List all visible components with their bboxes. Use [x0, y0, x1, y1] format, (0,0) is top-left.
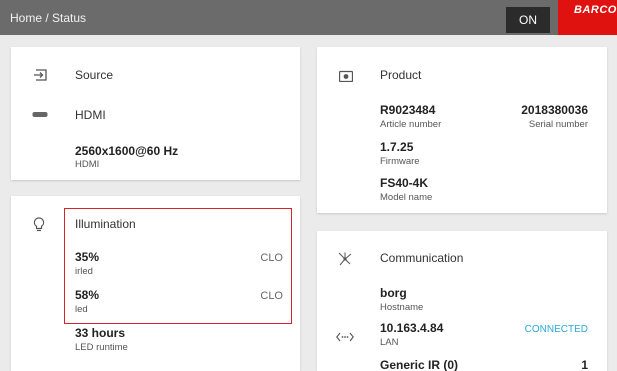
- source-card: Source HDMI 2560x1600@60 Hz HDMI: [11, 47, 300, 180]
- logo-text: BARCO: [574, 4, 617, 16]
- illumination-title: Illumination: [75, 217, 136, 231]
- product-card: Product R9023484 Article number 20183800…: [317, 47, 607, 213]
- model-name: FS40-4K: [380, 176, 429, 190]
- communication-title: Communication: [380, 251, 464, 265]
- generic-ir-value: 1: [581, 358, 588, 371]
- source-connector: HDMI: [75, 108, 106, 122]
- breadcrumb[interactable]: Home / Status: [10, 11, 86, 25]
- communication-card: Communication borg Hostname 10.163.4.84 …: [317, 231, 607, 371]
- source-resolution-sub: HDMI: [75, 159, 100, 170]
- lan-status: CONNECTED: [524, 324, 588, 335]
- led-value: 58%: [75, 288, 100, 302]
- serial-number-label: Serial number: [528, 119, 588, 130]
- model-name-label: Model name: [380, 192, 433, 203]
- led-mode: CLO: [260, 290, 283, 302]
- lan-label: LAN: [380, 337, 399, 348]
- input-icon: [34, 69, 47, 81]
- led-runtime-value: 33 hours: [75, 326, 126, 340]
- firmware-version: 1.7.25: [380, 140, 414, 154]
- hostname-label: Hostname: [380, 302, 424, 313]
- illumination-card: Illumination 35% irled CLO 58% led CLO 3…: [11, 196, 300, 371]
- top-bar: Home / Status ON BARCO: [0, 0, 617, 35]
- led-runtime-label: LED runtime: [75, 342, 128, 353]
- irled-mode: CLO: [260, 252, 283, 264]
- firmware-label: Firmware: [380, 156, 420, 167]
- source-resolution: 2560x1600@60 Hz: [75, 144, 179, 158]
- article-number: R9023484: [380, 103, 436, 117]
- power-on-button[interactable]: ON: [506, 7, 550, 33]
- barco-logo: BARCO: [558, 0, 617, 35]
- product-title: Product: [380, 68, 422, 82]
- network-icon: [338, 252, 352, 266]
- irled-value: 35%: [75, 250, 100, 264]
- lan-ip: 10.163.4.84: [380, 321, 444, 335]
- source-title: Source: [75, 68, 114, 82]
- irled-label: irled: [75, 266, 93, 277]
- camera-icon: [339, 70, 353, 82]
- lan-icon: [336, 332, 354, 342]
- led-label: led: [75, 304, 88, 315]
- hostname-value: borg: [380, 286, 407, 300]
- bulb-icon: [33, 217, 45, 232]
- hdmi-icon: [32, 112, 48, 117]
- serial-number: 2018380036: [521, 103, 588, 117]
- generic-ir-label: Generic IR (0): [380, 358, 459, 371]
- article-number-label: Article number: [380, 119, 442, 130]
